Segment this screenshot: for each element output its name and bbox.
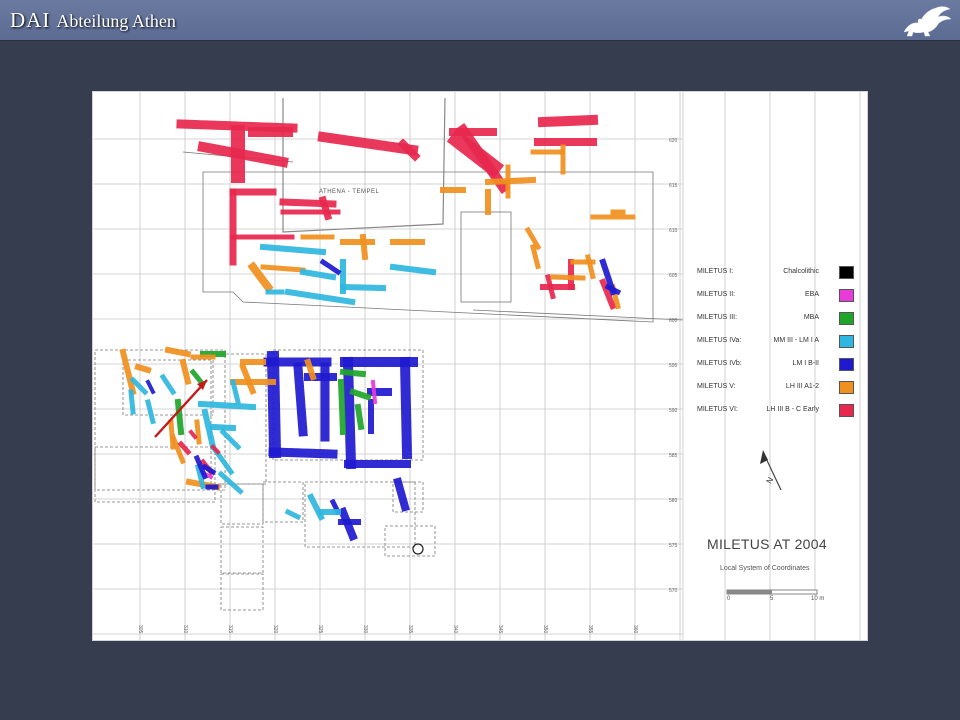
axis-bottom-label: 325	[317, 625, 323, 634]
map-subtitle: Local System of Coordinates	[720, 565, 810, 572]
legend-period: Chalcolithic	[783, 268, 819, 275]
legend-name: MILETUS III:	[697, 314, 738, 321]
scale-label-10: 10 m	[811, 596, 825, 602]
axis-right-label: 610	[669, 228, 678, 234]
axis-right-label: 595	[669, 363, 678, 369]
legend-name: MILETUS II:	[697, 291, 736, 298]
axis-bottom-label: 320	[272, 625, 278, 634]
legend-period: EBA	[804, 291, 819, 298]
excavated-walls	[119, 114, 636, 543]
axis-right-label: 580	[669, 498, 678, 504]
legend-name: MILETUS IVa:	[697, 337, 742, 344]
axis-right-label: 615	[669, 183, 678, 189]
legend-period: MBA	[803, 314, 819, 321]
legend-name: MILETUS VI:	[697, 406, 738, 413]
axis-bottom-label: 335	[407, 625, 413, 634]
legend-swatch	[839, 335, 854, 348]
scale-label-5: 5	[770, 596, 774, 602]
axis-bottom-label: 310	[182, 625, 188, 634]
brand-main: DAI	[10, 8, 51, 32]
axis-bottom-label: 330	[362, 625, 368, 634]
griffin-logo-icon	[903, 6, 952, 37]
legend-name: MILETUS I:	[697, 268, 734, 275]
legend-swatch	[839, 289, 854, 302]
brand-title: DAI Abteilung Athen	[10, 8, 176, 33]
legend-swatch	[839, 358, 854, 371]
legend-swatch	[839, 266, 854, 279]
scale-bar	[726, 589, 818, 595]
axis-bottom-label: 350	[542, 625, 548, 634]
legend-period: LM I B-II	[792, 360, 819, 367]
map-title: MILETUS AT 2004	[707, 536, 827, 552]
legend-period: LH III A1-2	[785, 383, 819, 390]
axis-right-label: 585	[669, 453, 678, 459]
scale-label-0: 0	[727, 596, 731, 602]
legend-period: LH III B - C Early	[766, 406, 819, 413]
temple-label: ATHENA - TEMPEL	[319, 189, 380, 195]
legend-name: MILETUS V:	[697, 383, 736, 390]
legend-swatch	[839, 312, 854, 325]
axis-right-label: 605	[669, 273, 678, 279]
axis-right-label: 570	[669, 588, 678, 594]
header-bar: DAI Abteilung Athen	[0, 0, 960, 41]
axis-bottom-label: 345	[497, 625, 503, 634]
axis-bottom-label: 360	[632, 625, 638, 634]
legend-swatch	[839, 381, 854, 394]
axis-right-label: 575	[669, 543, 678, 549]
axis-bottom-label: 305	[137, 625, 143, 634]
axis-right-label: 590	[669, 408, 678, 414]
axis-bottom-label: 340	[452, 625, 458, 634]
axis-right-label: 600	[669, 318, 678, 324]
brand-sub: Abteilung Athen	[56, 11, 176, 31]
legend-period: MM III - LM I A	[773, 337, 819, 344]
legend-swatch	[839, 404, 854, 417]
axis-bottom-label: 315	[227, 625, 233, 634]
legend-name: MILETUS IVb:	[697, 360, 742, 367]
axis-bottom-label: 355	[587, 625, 593, 634]
axis-right-label: 620	[669, 138, 678, 144]
map-slide: ATHENA - TEMPEL MILETUS I: Chalcolithic MI…	[92, 91, 868, 641]
